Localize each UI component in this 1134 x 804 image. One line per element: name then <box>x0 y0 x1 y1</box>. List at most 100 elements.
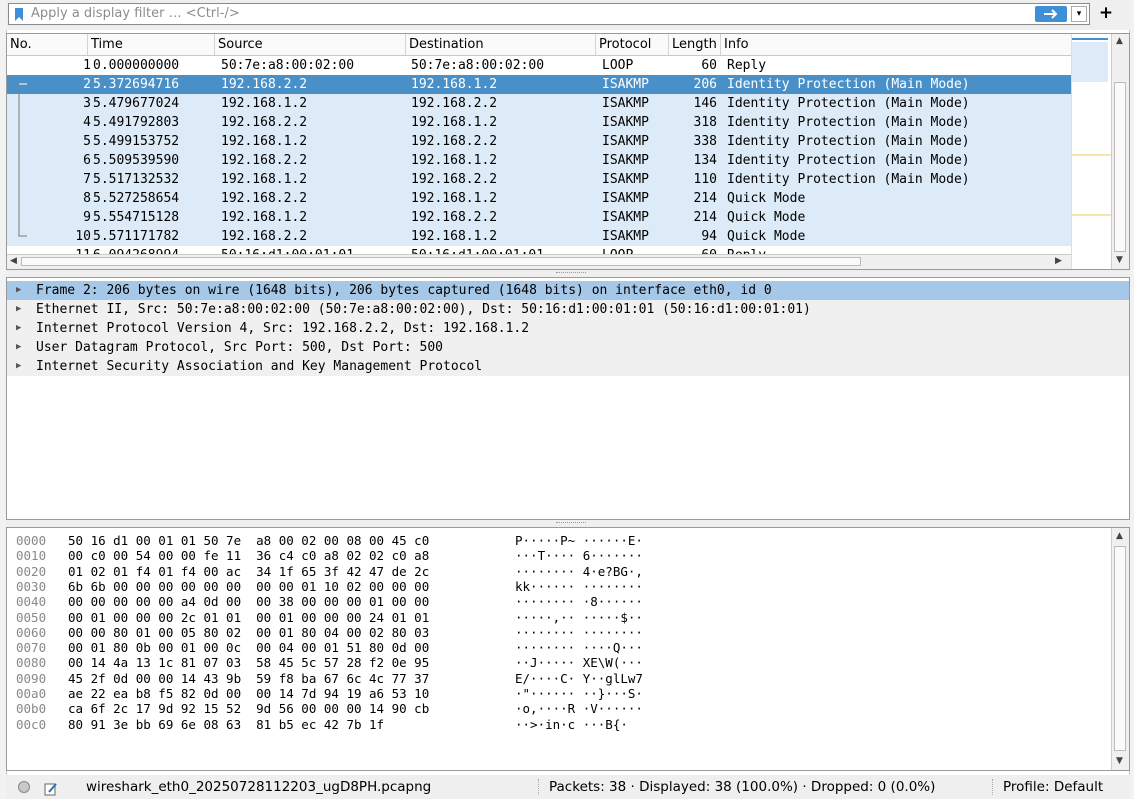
hex-bytes: 00 00 80 01 00 05 80 02 00 01 80 04 00 0… <box>68 624 430 640</box>
packet-row[interactable]: 7 5.517132532 192.168.1.2 192.168.2.2 ISAKMP… <box>7 170 1071 189</box>
scroll-down-icon[interactable]: ▼ <box>1116 756 1123 766</box>
ascii-bytes: ·o,····R ·V······ <box>515 701 643 717</box>
detail-tree-item[interactable]: ▶ Internet Security Association and Key M… <box>7 357 1129 376</box>
expert-info-icon[interactable] <box>18 781 30 793</box>
packet-row[interactable]: 6 5.509539590 192.168.2.2 192.168.1.2 ISAKMP… <box>7 151 1071 170</box>
capture-file-name[interactable]: wireshark_eth0_20250728112203_ugD8PH.pca… <box>86 775 431 799</box>
hex-dump-row[interactable]: 0070 00 01 80 0b 00 01 00 0c 00 04 00 01 … <box>7 640 1107 655</box>
column-header-protocol[interactable]: Protocol <box>596 34 669 55</box>
scrollbar-thumb[interactable] <box>1114 82 1126 252</box>
packet-row[interactable]: 9 5.554715128 192.168.1.2 192.168.2.2 ISAKMP… <box>7 208 1071 227</box>
packet-length: 206 <box>693 77 717 92</box>
hex-dump-row[interactable]: 0060 00 00 80 01 00 05 80 02 00 01 80 04 … <box>7 625 1107 640</box>
column-header-info[interactable]: Info <box>721 34 1071 55</box>
packet-length: 94 <box>701 229 717 244</box>
packet-destination: 192.168.2.2 <box>411 210 498 225</box>
packet-row[interactable]: 10 5.571171782 192.168.2.2 192.168.1.2 ISAKM… <box>7 227 1071 246</box>
packet-destination: 192.168.1.2 <box>411 229 498 244</box>
conversation-bracket-icon <box>18 83 27 237</box>
packet-info: Identity Protection (Main Mode) <box>727 77 970 92</box>
packet-source: 192.168.2.2 <box>221 115 308 130</box>
apply-filter-button[interactable] <box>1035 6 1067 22</box>
packet-info: Reply <box>727 58 767 73</box>
hex-dump-row[interactable]: 0030 6b 6b 00 00 00 00 00 00 00 00 01 10 … <box>7 579 1107 594</box>
packet-info: Quick Mode <box>727 210 806 225</box>
packet-list-vertical-scrollbar[interactable]: ▲ ▼ <box>1111 34 1129 269</box>
scroll-right-icon[interactable]: ▶ <box>1055 256 1062 266</box>
hex-dump-row[interactable]: 0040 00 00 00 00 00 a4 0d 00 00 38 00 00 … <box>7 594 1107 609</box>
hex-offset: 0080 <box>16 655 47 671</box>
profile-switcher[interactable]: Profile: Default <box>1003 775 1103 799</box>
packet-list-header: No. Time Source Destination Protocol Len… <box>7 34 1071 56</box>
packet-source: 192.168.1.2 <box>221 210 308 225</box>
detail-tree-label: Internet Protocol Version 4, Src: 192.16… <box>36 321 530 336</box>
packet-protocol: ISAKMP <box>602 229 649 244</box>
packet-protocol: ISAKMP <box>602 134 649 149</box>
expand-arrow-icon[interactable]: ▶ <box>16 300 21 319</box>
packet-row[interactable]: 3 5.479677024 192.168.1.2 192.168.2.2 ISAKMP… <box>7 94 1071 113</box>
pane-splitter[interactable] <box>6 520 1130 527</box>
hex-offset: 0030 <box>16 578 47 594</box>
detail-tree-item[interactable]: ▶ Internet Protocol Version 4, Src: 192.1… <box>7 319 1129 338</box>
scrollbar-thumb[interactable] <box>1114 546 1126 751</box>
hex-offset: 0090 <box>16 670 47 686</box>
hex-offset: 0070 <box>16 640 47 656</box>
column-header-source[interactable]: Source <box>215 34 406 55</box>
bookmark-icon[interactable] <box>12 7 26 23</box>
packet-row[interactable]: 2 5.372694716 192.168.2.2 192.168.1.2 ISAKMP… <box>7 75 1071 94</box>
hex-dump-row[interactable]: 0090 45 2f 0d 00 00 14 43 9b 59 f8 ba 67 … <box>7 671 1107 686</box>
display-filter-input[interactable]: Apply a display filter … <Ctrl-/> ▾ <box>8 3 1090 25</box>
hex-offset: 0000 <box>16 533 47 548</box>
scroll-left-icon[interactable]: ◀ <box>10 256 17 266</box>
hex-dump-row[interactable]: 0050 00 01 00 00 00 2c 01 01 00 01 00 00 … <box>7 610 1107 625</box>
hex-dump-row[interactable]: 00c0 80 91 3e bb 69 6e 08 63 81 b5 ec 42 … <box>7 717 1107 732</box>
packet-info: Identity Protection (Main Mode) <box>727 115 970 130</box>
hex-dump-row[interactable]: 00b0 ca 6f 2c 17 9d 92 15 52 9d 56 00 00 … <box>7 701 1107 716</box>
packet-list-horizontal-scrollbar[interactable]: ◀ ▶ <box>7 254 1071 269</box>
hex-dump-row[interactable]: 0010 00 c0 00 54 00 00 fe 11 36 c4 c0 a8 … <box>7 548 1107 563</box>
scroll-up-icon[interactable]: ▲ <box>1116 36 1123 46</box>
bytes-vertical-scrollbar[interactable]: ▲ ▼ <box>1111 528 1129 770</box>
packet-destination: 192.168.2.2 <box>411 172 498 187</box>
packet-time: 5.479677024 <box>93 96 180 111</box>
hex-dump-row[interactable]: 0000 50 16 d1 00 01 01 50 7e a8 00 02 00 … <box>7 533 1107 548</box>
expand-arrow-icon[interactable]: ▶ <box>16 338 21 357</box>
packet-details-tree: ▶ Frame 2: 206 bytes on wire (1648 bits),… <box>6 277 1130 520</box>
packet-row[interactable]: 5 5.499153752 192.168.1.2 192.168.2.2 ISAKMP… <box>7 132 1071 151</box>
hex-dump-row[interactable]: 00a0 ae 22 ea b8 f5 82 0d 00 00 14 7d 94 … <box>7 686 1107 701</box>
hex-dump-row[interactable]: 0020 01 02 01 f4 01 f4 00 ac 34 1f 65 3f … <box>7 564 1107 579</box>
hex-offset: 00b0 <box>16 701 47 717</box>
expand-arrow-icon[interactable]: ▶ <box>16 281 21 300</box>
packet-row[interactable]: 4 5.491792803 192.168.2.2 192.168.1.2 ISAKMP… <box>7 113 1071 132</box>
detail-tree-item[interactable]: ▶ Frame 2: 206 bytes on wire (1648 bits),… <box>7 281 1129 300</box>
packet-counts: Packets: 38 · Displayed: 38 (100.0%) · D… <box>549 779 936 795</box>
hex-offset: 0060 <box>16 624 47 640</box>
scrollbar-thumb[interactable] <box>21 257 861 266</box>
packet-protocol: ISAKMP <box>602 210 649 225</box>
column-header-destination[interactable]: Destination <box>406 34 596 55</box>
ascii-bytes: ········ 4·e?BG·, <box>515 563 643 579</box>
ascii-bytes: P·····P~ ······E· <box>515 533 643 548</box>
expand-arrow-icon[interactable]: ▶ <box>16 357 21 376</box>
pane-splitter[interactable] <box>6 270 1130 277</box>
edit-comment-icon[interactable] <box>44 780 58 796</box>
column-header-length[interactable]: Length <box>669 34 721 55</box>
column-header-time[interactable]: Time <box>88 34 215 55</box>
packet-row[interactable]: 1 0.000000000 50:7e:a8:00:02:00 50:7e:a8:00… <box>7 56 1071 75</box>
detail-tree-item[interactable]: ▶ Ethernet II, Src: 50:7e:a8:00:02:00 (50… <box>7 300 1129 319</box>
expand-arrow-icon[interactable]: ▶ <box>16 319 21 338</box>
packet-list: No. Time Source Destination Protocol Len… <box>6 33 1130 270</box>
packet-minimap[interactable] <box>1071 34 1114 269</box>
packet-length: 338 <box>693 134 717 149</box>
detail-tree-item[interactable]: ▶ User Datagram Protocol, Src Port: 500, … <box>7 338 1129 357</box>
scroll-up-icon[interactable]: ▲ <box>1116 531 1123 541</box>
add-filter-button[interactable]: + <box>1096 3 1116 23</box>
packet-row[interactable]: 8 5.527258654 192.168.2.2 192.168.1.2 ISAKMP… <box>7 189 1071 208</box>
scroll-down-icon[interactable]: ▼ <box>1116 255 1123 265</box>
detail-tree-label: Ethernet II, Src: 50:7e:a8:00:02:00 (50:… <box>36 302 811 317</box>
ascii-bytes: E/····C· Y··glLw7 <box>515 670 643 686</box>
packet-protocol: ISAKMP <box>602 96 649 111</box>
hex-dump-row[interactable]: 0080 00 14 4a 13 1c 81 07 03 58 45 5c 57 … <box>7 655 1107 670</box>
hex-bytes: 00 00 00 00 00 a4 0d 00 00 38 00 00 00 0… <box>68 594 430 610</box>
chevron-down-icon[interactable]: ▾ <box>1071 6 1087 22</box>
